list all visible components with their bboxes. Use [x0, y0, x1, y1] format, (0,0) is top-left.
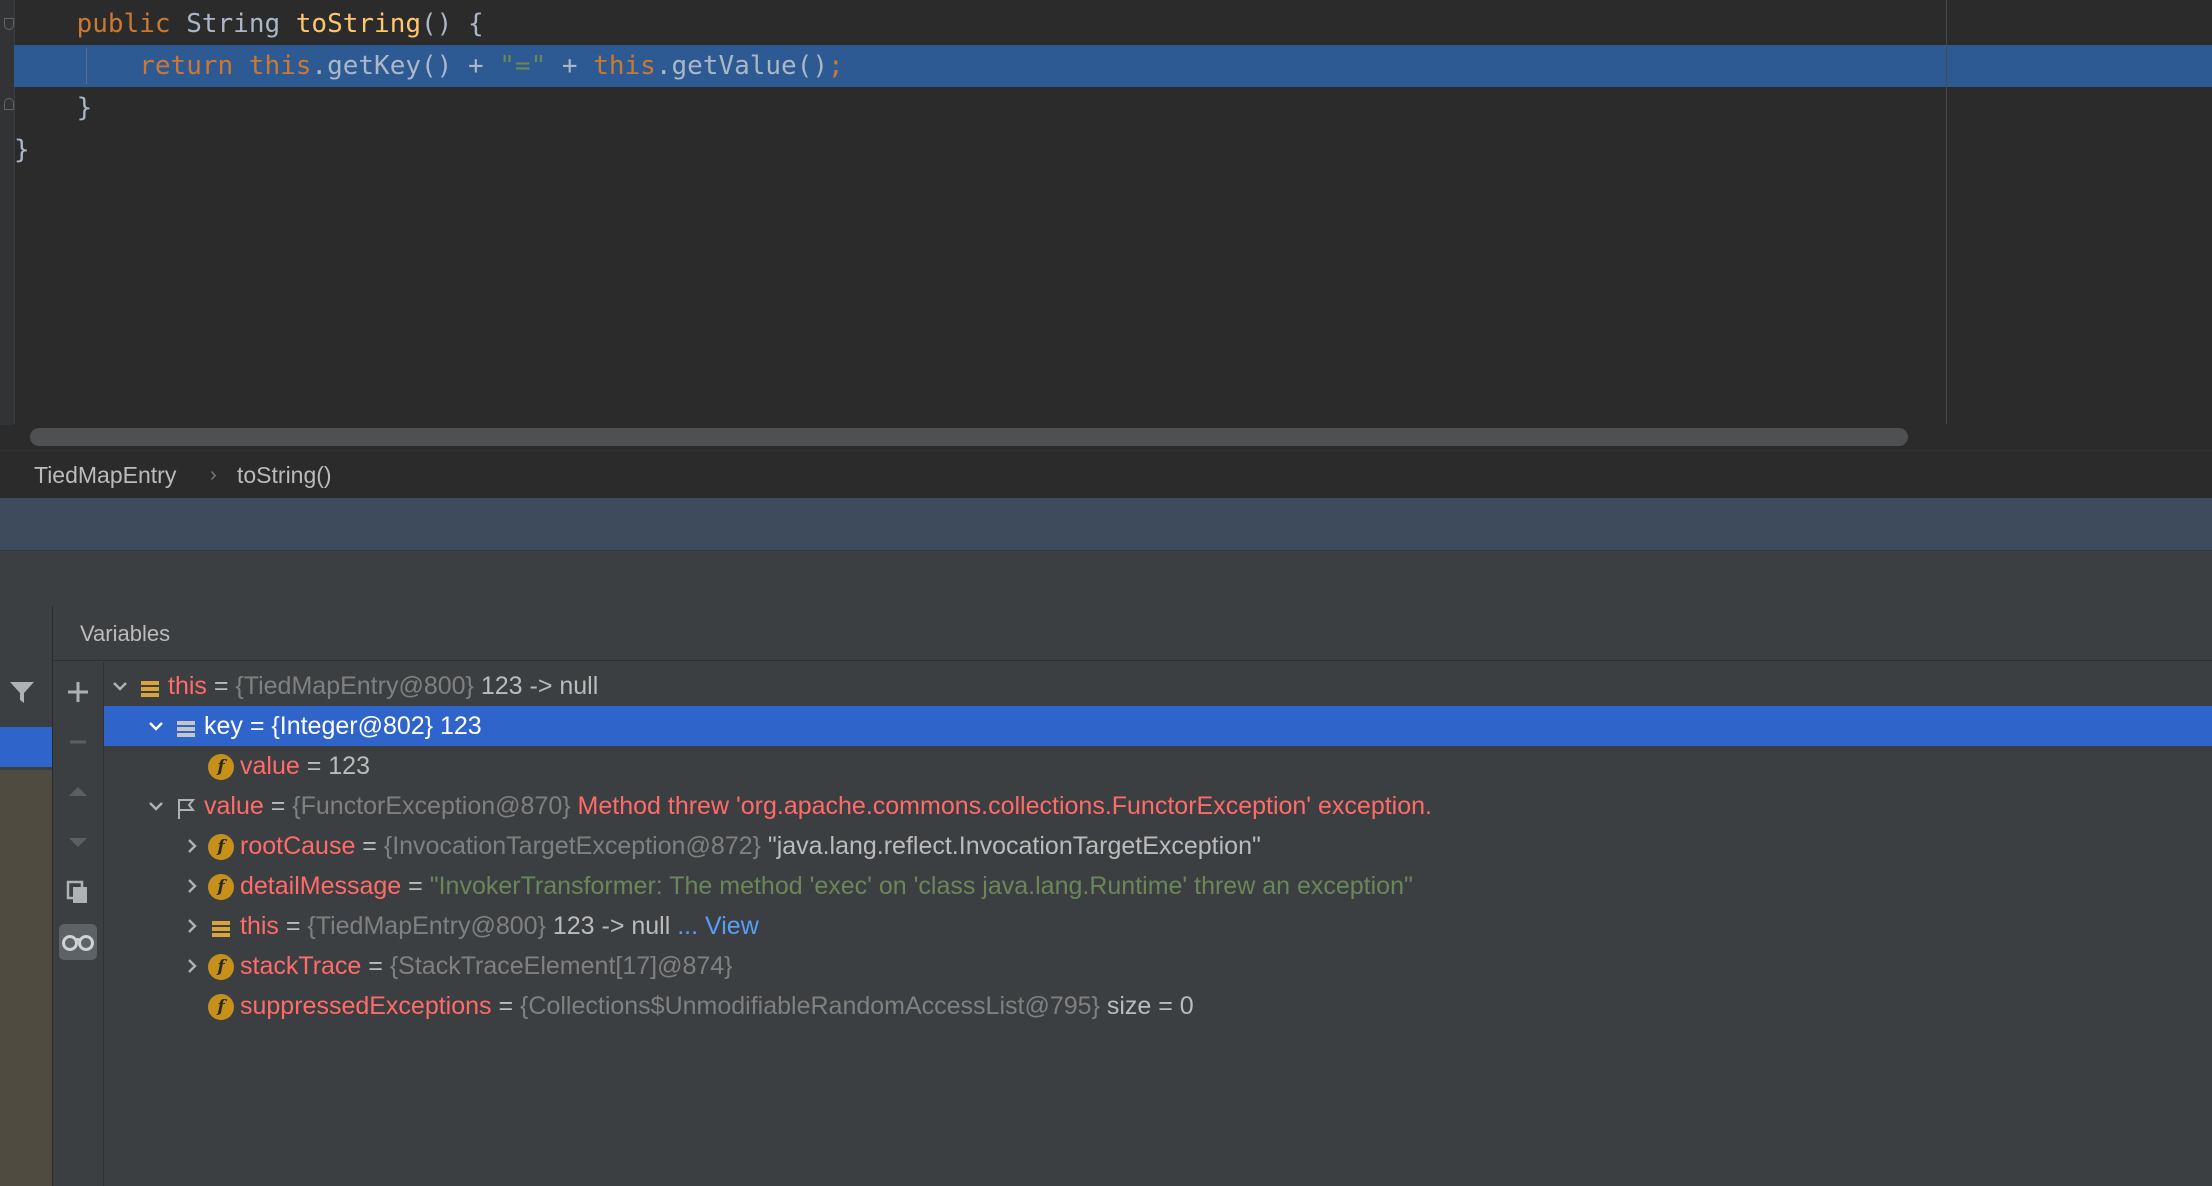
watches-glasses-icon[interactable] [59, 924, 97, 960]
variables-panel: Variables this = {TiedMapEntry@800} 123 … [53, 606, 2212, 1186]
breadcrumb-class[interactable]: TiedMapEntry [34, 451, 176, 499]
code-line[interactable]: public String toString() { [14, 3, 2212, 45]
code-line[interactable]: } [14, 129, 2212, 171]
code-token: toString [295, 9, 422, 39]
tree-row-detailmessage[interactable]: f detailMessage = "InvokerTransformer: T… [104, 866, 2212, 906]
fold-end-marker-icon[interactable] [4, 98, 14, 110]
breadcrumb-separator: › [210, 464, 217, 486]
exception-flag-icon [173, 794, 199, 820]
code-token: String [186, 9, 296, 39]
debug-toolbar [0, 551, 2212, 607]
editor-gutter [0, 0, 15, 425]
tree-row-this-nested[interactable]: this = {TiedMapEntry@800} 123 -> null ..… [104, 906, 2212, 946]
chevron-down-icon[interactable] [108, 666, 132, 706]
variables-header: Variables [53, 606, 2212, 661]
var-value: 123 [433, 712, 482, 740]
code-token: "=" [499, 51, 547, 81]
var-type: {Collections$UnmodifiableRandomAccessLis… [520, 992, 1100, 1020]
code-line[interactable]: } [14, 87, 2212, 129]
var-name: value [204, 792, 264, 820]
field-icon: f [208, 834, 234, 860]
var-name: stackTrace [240, 952, 362, 980]
breadcrumb: TiedMapEntry › toString() [0, 450, 2212, 498]
code-token: .getKey() + [311, 51, 500, 81]
code-token: public [76, 9, 187, 39]
chevron-down-icon[interactable] [144, 786, 168, 826]
up-arrow-icon[interactable] [59, 774, 97, 810]
var-name: key [204, 712, 243, 740]
var-value: 123 [328, 752, 370, 780]
variables-tree[interactable]: this = {TiedMapEntry@800} 123 -> null ke… [104, 662, 2212, 1186]
var-name: this [168, 672, 207, 700]
view-link-ellipsis: ... [670, 912, 706, 940]
remove-icon[interactable] [59, 724, 97, 760]
code-line-current-execution[interactable]: return this.getKey() + "=" + this.getVal… [14, 45, 2212, 87]
tree-row-key[interactable]: key = {Integer@802} 123 [104, 706, 2212, 746]
fold-marker-icon[interactable] [4, 18, 14, 30]
indent-guide [86, 48, 87, 84]
frames-selected-item[interactable] [0, 727, 52, 767]
add-icon[interactable] [59, 674, 97, 710]
var-value: "java.lang.reflect.InvocationTargetExcep… [760, 832, 1261, 860]
var-type: {TiedMapEntry@800} [235, 672, 474, 700]
tree-row-value[interactable]: f value = 123 [104, 746, 2212, 786]
object-fields-icon [208, 914, 234, 940]
chevron-right-icon[interactable] [180, 946, 204, 986]
frames-list[interactable] [0, 770, 52, 1186]
var-name: value [240, 752, 300, 780]
code-token: this [593, 51, 656, 81]
right-margin-guide [1946, 0, 1947, 425]
chevron-right-icon[interactable] [180, 826, 204, 866]
var-name: this [240, 912, 279, 940]
field-icon: f [208, 754, 234, 780]
chevron-down-icon[interactable] [144, 706, 168, 746]
field-icon: f [208, 874, 234, 900]
var-type: {FunctorException@870} [292, 792, 571, 820]
breadcrumb-method[interactable]: toString() [237, 451, 332, 499]
exception-message: Method threw 'org.apache.commons.collect… [570, 792, 1432, 820]
variables-title: Variables [80, 621, 171, 646]
tree-row-stacktrace[interactable]: f stackTrace = {StackTraceElement[17]@87… [104, 946, 2212, 986]
debug-tool-window-header [0, 498, 2212, 551]
tree-row-suppressedexceptions[interactable]: f suppressedExceptions = {Collections$Un… [104, 986, 2212, 1026]
tree-row-rootcause[interactable]: f rootCause = {InvocationTargetException… [104, 826, 2212, 866]
var-value: 123 -> null [545, 912, 671, 940]
var-type: {Integer@802} [271, 712, 434, 740]
code-token: } [14, 135, 30, 165]
var-type: {StackTraceElement[17]@874} [389, 952, 733, 980]
code-token: .getValue() [655, 51, 829, 81]
var-name: detailMessage [240, 872, 402, 900]
code-editor[interactable]: public String toString() { return this.g… [0, 0, 2212, 450]
object-fields-icon [137, 674, 163, 700]
copy-icon[interactable] [59, 874, 97, 910]
var-value: size = 0 [1099, 992, 1194, 1020]
tree-row-value-exception[interactable]: value = {FunctorException@870} Method th… [104, 786, 2212, 826]
code-token: () { [421, 9, 484, 39]
variables-toolbar [53, 662, 104, 1186]
chevron-right-icon[interactable] [180, 906, 204, 946]
var-name: rootCause [240, 832, 356, 860]
var-name: suppressedExceptions [240, 992, 492, 1020]
code-token: return this [139, 51, 312, 81]
var-value: 123 -> null [473, 672, 599, 700]
object-fields-icon [173, 714, 199, 740]
tree-row-this[interactable]: this = {TiedMapEntry@800} 123 -> null [104, 666, 2212, 706]
var-string-value: "InvokerTransformer: The method 'exec' o… [429, 872, 1413, 900]
filter-icon[interactable] [8, 678, 36, 706]
var-type: {InvocationTargetException@872} [383, 832, 761, 860]
field-icon: f [208, 954, 234, 980]
view-link[interactable]: View [705, 912, 759, 940]
chevron-right-icon[interactable] [180, 866, 204, 906]
var-type: {TiedMapEntry@800} [307, 912, 546, 940]
horizontal-scrollbar-thumb[interactable] [30, 428, 1908, 446]
code-token: } [76, 93, 93, 123]
down-arrow-icon[interactable] [59, 824, 97, 860]
field-icon: f [208, 994, 234, 1020]
code-token: ; [828, 51, 844, 81]
code-token: + [546, 51, 594, 81]
